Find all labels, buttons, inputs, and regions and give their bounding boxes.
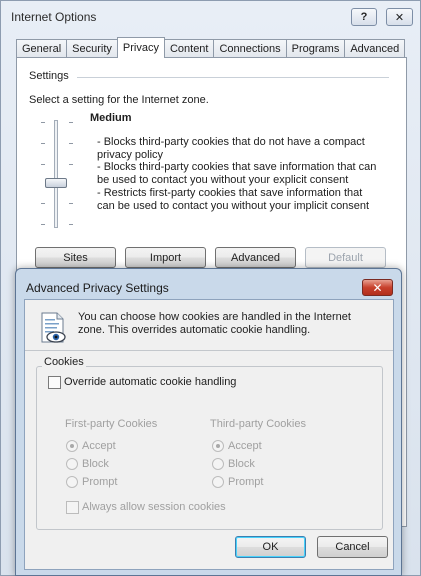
description-line: - Blocks third-party cookies that do not… xyxy=(97,136,365,148)
dialog-title: Advanced Privacy Settings xyxy=(26,281,169,295)
first-party-prompt-label[interactable]: Prompt xyxy=(82,476,117,488)
slider-tick xyxy=(69,203,73,204)
third-party-accept-label[interactable]: Accept xyxy=(228,440,262,452)
tab-security[interactable]: Security xyxy=(66,39,118,58)
tab-general[interactable]: General xyxy=(16,39,68,58)
slider-tick xyxy=(69,143,73,144)
third-party-block-label[interactable]: Block xyxy=(228,458,255,470)
slider-tick xyxy=(69,164,73,165)
privacy-level-name: Medium xyxy=(90,112,132,124)
dialog-close-button[interactable]: ✕ xyxy=(362,279,393,296)
cookies-group-label: Cookies xyxy=(42,356,86,368)
privacy-level-description: - Blocks third-party cookies that do not… xyxy=(97,136,387,212)
privacy-level-slider-thumb[interactable] xyxy=(45,178,67,188)
dialog-body: You can choose how cookies are handled i… xyxy=(24,299,394,570)
third-party-prompt-radio[interactable] xyxy=(212,476,224,488)
dialog-titlebar[interactable]: Advanced Privacy Settings ✕ xyxy=(16,269,401,299)
tab-privacy[interactable]: Privacy xyxy=(116,37,165,58)
slider-tick xyxy=(41,224,45,225)
privacy-eye-icon xyxy=(41,312,66,343)
advanced-privacy-dialog: Advanced Privacy Settings ✕ You can choo… xyxy=(15,268,402,576)
description-line: - Restricts first-party cookies that sav… xyxy=(97,186,363,199)
override-cookie-checkbox[interactable] xyxy=(48,376,61,389)
tab-advanced[interactable]: Advanced xyxy=(344,39,406,58)
session-cookies-label[interactable]: Always allow session cookies xyxy=(82,501,226,513)
info-line: You can choose how cookies are handled i… xyxy=(78,311,351,323)
first-party-block-radio[interactable] xyxy=(66,458,78,470)
third-party-prompt-label[interactable]: Prompt xyxy=(228,476,263,488)
tab-connections[interactable]: Connections xyxy=(213,39,287,58)
tab-programs[interactable]: Programs xyxy=(285,39,346,58)
third-party-accept-radio[interactable] xyxy=(212,440,224,452)
settings-divider xyxy=(77,77,389,78)
dialog-info-text: You can choose how cookies are handled i… xyxy=(78,311,378,337)
info-line: zone. This overrides automatic cookie ha… xyxy=(78,324,311,336)
third-party-block-radio[interactable] xyxy=(212,458,224,470)
help-button[interactable]: ? xyxy=(351,8,377,26)
first-party-heading: First-party Cookies xyxy=(65,418,158,430)
slider-tick xyxy=(69,122,73,123)
first-party-accept-label[interactable]: Accept xyxy=(82,440,116,452)
dialog-separator xyxy=(25,350,393,351)
description-line: be used to contact you without your expl… xyxy=(97,174,349,187)
advanced-button[interactable]: Advanced xyxy=(215,247,296,268)
description-line: can be used to contact you without your … xyxy=(97,199,370,212)
import-button[interactable]: Import xyxy=(125,247,206,268)
override-cookie-label[interactable]: Override automatic cookie handling xyxy=(64,376,236,388)
description-line: privacy policy xyxy=(97,148,164,161)
slider-tick xyxy=(69,224,73,225)
first-party-prompt-radio[interactable] xyxy=(66,476,78,488)
slider-tick xyxy=(41,164,45,165)
ok-button[interactable]: OK xyxy=(235,536,306,558)
close-button[interactable]: ✕ xyxy=(386,8,413,26)
window-title: Internet Options xyxy=(11,10,97,24)
slider-tick xyxy=(41,203,45,204)
tab-strip: General Security Privacy Content Connect… xyxy=(16,37,406,58)
first-party-accept-radio[interactable] xyxy=(66,440,78,452)
slider-tick xyxy=(41,122,45,123)
default-button[interactable]: Default xyxy=(305,247,386,268)
slider-tick xyxy=(41,143,45,144)
sites-button[interactable]: Sites xyxy=(35,247,116,268)
session-cookies-checkbox[interactable] xyxy=(66,501,79,514)
privacy-level-slider-track[interactable] xyxy=(54,120,58,228)
description-line: - Blocks third-party cookies that save i… xyxy=(97,161,377,174)
zone-instruction: Select a setting for the Internet zone. xyxy=(29,94,209,106)
first-party-block-label[interactable]: Block xyxy=(82,458,109,470)
tab-content[interactable]: Content xyxy=(163,39,215,58)
third-party-heading: Third-party Cookies xyxy=(210,418,306,430)
cancel-button[interactable]: Cancel xyxy=(317,536,388,558)
settings-group-label: Settings xyxy=(29,70,69,82)
